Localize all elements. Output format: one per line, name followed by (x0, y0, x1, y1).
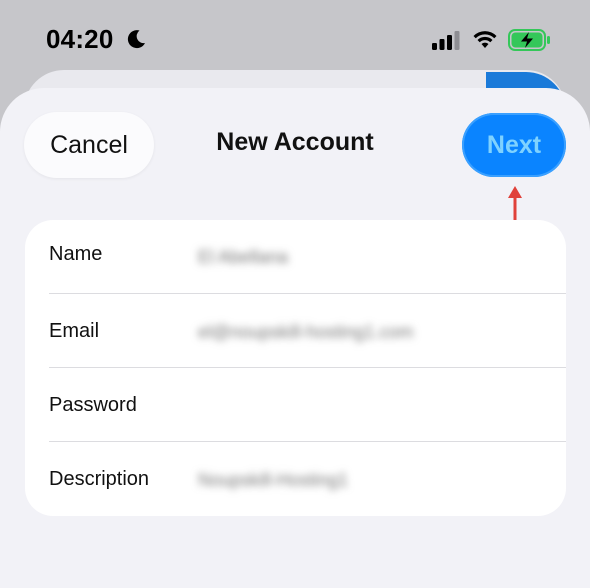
next-button[interactable]: Next (462, 113, 566, 177)
name-field[interactable]: El Abellana (198, 247, 288, 268)
screen: 04:20 Cancel New Account Next Name El Ab… (0, 0, 590, 588)
name-label: Name (49, 243, 103, 265)
moon-icon (127, 30, 145, 49)
name-row[interactable]: Name El Abellana (25, 220, 566, 294)
signal-icon (432, 31, 460, 50)
email-label: Email (49, 320, 100, 342)
wifi-icon (473, 31, 497, 48)
email-field[interactable]: el@noupskill-hosting1.com (198, 322, 413, 343)
password-label: Password (49, 394, 137, 416)
email-row[interactable]: Email el@noupskill-hosting1.com (25, 294, 566, 368)
status-bar: 04:20 (0, 0, 590, 80)
password-row[interactable]: Password (25, 368, 566, 442)
page-title: New Account (216, 128, 374, 156)
description-row[interactable]: Description Noupskill-Hosting1 (25, 442, 566, 516)
cancel-button[interactable]: Cancel (24, 112, 154, 178)
battery-charging-icon (508, 29, 550, 51)
status-time: 04:20 (46, 24, 114, 54)
description-field[interactable]: Noupskill-Hosting1 (198, 470, 348, 491)
account-form: Name El Abellana Email el@noupskill-host… (25, 220, 566, 516)
description-label: Description (49, 468, 150, 490)
